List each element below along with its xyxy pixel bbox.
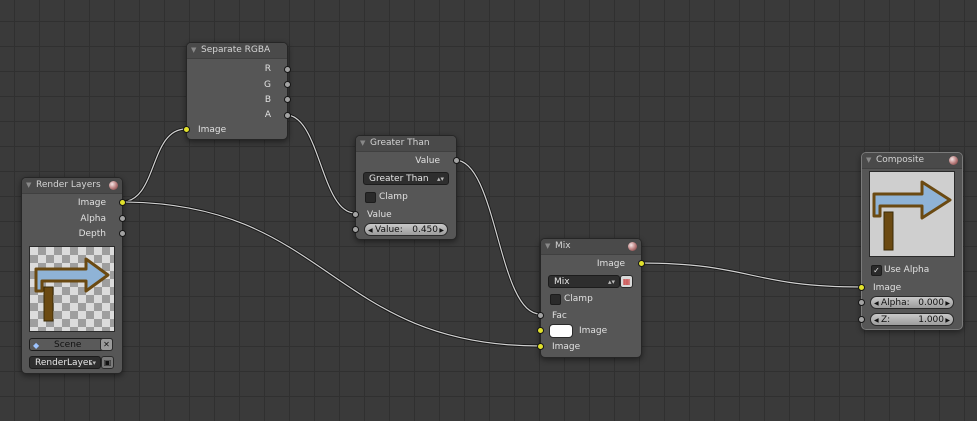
- input-socket-alpha[interactable]: [858, 299, 865, 306]
- scene-name: Scene: [54, 340, 82, 350]
- use-alpha-checkbox[interactable]: ✓: [871, 265, 882, 276]
- preview-toggle-icon[interactable]: [949, 156, 958, 165]
- preview-toggle-icon[interactable]: [109, 181, 118, 190]
- node-title: Greater Than: [370, 138, 430, 148]
- dropdown-arrows-icon: ▴▾: [607, 278, 615, 286]
- dropdown-arrows-icon: ▴▾: [88, 359, 96, 367]
- input-socket-image[interactable]: [858, 284, 865, 291]
- output-a-label: A: [264, 110, 271, 120]
- render-layers-node[interactable]: ▼ Render Layers Image Alpha Depth ◆ Scen…: [21, 177, 126, 374]
- collapse-triangle-icon[interactable]: ▼: [26, 178, 31, 193]
- z-field-label: Z:: [881, 315, 891, 325]
- output-socket-b[interactable]: [284, 96, 291, 103]
- increment-arrow-icon[interactable]: ▶: [945, 297, 950, 310]
- z-field-value: 1.000: [918, 315, 944, 325]
- render-layer-name: RenderLayer: [35, 358, 93, 368]
- operation-dropdown[interactable]: Greater Than ▴▾: [363, 172, 449, 185]
- render-preview-image: [29, 246, 115, 332]
- scene-icon: ◆: [33, 341, 40, 350]
- greater-than-header[interactable]: ▼ Greater Than: [356, 136, 456, 152]
- output-socket-alpha[interactable]: [119, 215, 126, 222]
- render-button-icon[interactable]: ▣: [101, 356, 114, 369]
- output-image-label: Image: [596, 259, 625, 269]
- output-alpha-label: Alpha: [80, 214, 106, 224]
- value-field-value: 0.450: [412, 225, 438, 235]
- output-b-label: B: [264, 95, 271, 105]
- value-field[interactable]: ◀ Value: 0.450 ▶: [364, 223, 448, 236]
- output-depth-label: Depth: [78, 229, 106, 239]
- output-socket-g[interactable]: [284, 81, 291, 88]
- output-socket-depth[interactable]: [119, 230, 126, 237]
- render-layer-selector[interactable]: RenderLayer ▴▾: [29, 356, 101, 369]
- clamp-label: Clamp: [379, 192, 408, 202]
- output-g-label: G: [264, 80, 271, 90]
- input-socket-image[interactable]: [183, 126, 190, 133]
- input-fac-label: Fac: [552, 311, 567, 321]
- collapse-triangle-icon[interactable]: ▼: [866, 153, 871, 168]
- node-title: Render Layers: [36, 180, 101, 190]
- collapse-triangle-icon[interactable]: ▼: [545, 239, 550, 254]
- blend-mode-dropdown[interactable]: Mix ▴▾: [548, 275, 620, 288]
- alpha-field-label: Alpha:: [881, 298, 910, 308]
- decrement-arrow-icon[interactable]: ◀: [874, 314, 879, 327]
- z-field[interactable]: ◀ Z: 1.000 ▶: [870, 313, 954, 326]
- node-title: Composite: [876, 155, 925, 165]
- dropdown-arrows-icon: ▴▾: [436, 175, 444, 183]
- node-title: Mix: [555, 241, 571, 251]
- separate-rgba-node[interactable]: ▼ Separate RGBA R G B A Image: [183, 42, 291, 140]
- composite-preview-image: [869, 171, 955, 257]
- output-socket-image[interactable]: [638, 260, 645, 267]
- operation-value: Greater Than: [369, 174, 429, 184]
- clamp-checkbox[interactable]: [365, 192, 376, 203]
- increment-arrow-icon[interactable]: ▶: [439, 224, 444, 237]
- clamp-checkbox[interactable]: [550, 294, 561, 305]
- clamp-label: Clamp: [564, 294, 593, 304]
- preview-toggle-icon[interactable]: [628, 242, 637, 251]
- scene-selector[interactable]: ◆ Scene ✕: [29, 338, 113, 351]
- decrement-arrow-icon[interactable]: ◀: [368, 224, 373, 237]
- alpha-field[interactable]: ◀ Alpha: 0.000 ▶: [870, 296, 954, 309]
- color-swatch[interactable]: [549, 324, 573, 338]
- mix-node[interactable]: ▼ Mix Image Mix ▴▾ ▦ Clamp Fac Image Ima…: [537, 238, 645, 358]
- separate-rgba-header[interactable]: ▼ Separate RGBA: [187, 43, 287, 59]
- input-socket-value[interactable]: [352, 211, 359, 218]
- output-socket-a[interactable]: [284, 112, 291, 119]
- input-socket-fac[interactable]: [537, 312, 544, 319]
- collapse-triangle-icon[interactable]: ▼: [360, 136, 365, 151]
- use-alpha-toggle-icon[interactable]: ▦: [620, 275, 633, 288]
- composite-node[interactable]: ▼ Composite ✓ Use Alpha Image ◀ Alpha: 0…: [858, 152, 963, 330]
- mix-header[interactable]: ▼ Mix: [541, 239, 641, 255]
- collapse-triangle-icon[interactable]: ▼: [191, 43, 196, 58]
- input-socket-value-field[interactable]: [352, 226, 359, 233]
- greater-than-node[interactable]: ▼ Greater Than Value Greater Than ▴▾ Cla…: [352, 135, 460, 240]
- clear-scene-icon[interactable]: ✕: [100, 338, 113, 351]
- input-image-1-label: Image: [579, 326, 608, 336]
- output-value-label: Value: [415, 156, 440, 166]
- input-image-label: Image: [873, 283, 902, 293]
- blend-mode-value: Mix: [554, 277, 570, 287]
- input-socket-image-2[interactable]: [537, 343, 544, 350]
- input-image-2-label: Image: [552, 342, 581, 352]
- use-alpha-label: Use Alpha: [884, 265, 930, 275]
- render-layers-header[interactable]: ▼ Render Layers: [22, 178, 122, 194]
- composite-header[interactable]: ▼ Composite: [862, 153, 962, 169]
- value-field-label: Value:: [375, 225, 403, 235]
- node-links: [119, 113, 863, 348]
- decrement-arrow-icon[interactable]: ◀: [874, 297, 879, 310]
- input-socket-image-1[interactable]: [537, 327, 544, 334]
- node-title: Separate RGBA: [201, 45, 271, 55]
- alpha-field-value: 0.000: [918, 298, 944, 308]
- output-r-label: R: [264, 64, 271, 74]
- input-value-label: Value: [367, 210, 392, 220]
- increment-arrow-icon[interactable]: ▶: [945, 314, 950, 327]
- output-socket-image[interactable]: [119, 199, 126, 206]
- output-image-label: Image: [77, 198, 106, 208]
- output-socket-r[interactable]: [284, 66, 291, 73]
- output-socket-value[interactable]: [453, 157, 460, 164]
- input-image-label: Image: [198, 125, 227, 135]
- input-socket-z[interactable]: [858, 316, 865, 323]
